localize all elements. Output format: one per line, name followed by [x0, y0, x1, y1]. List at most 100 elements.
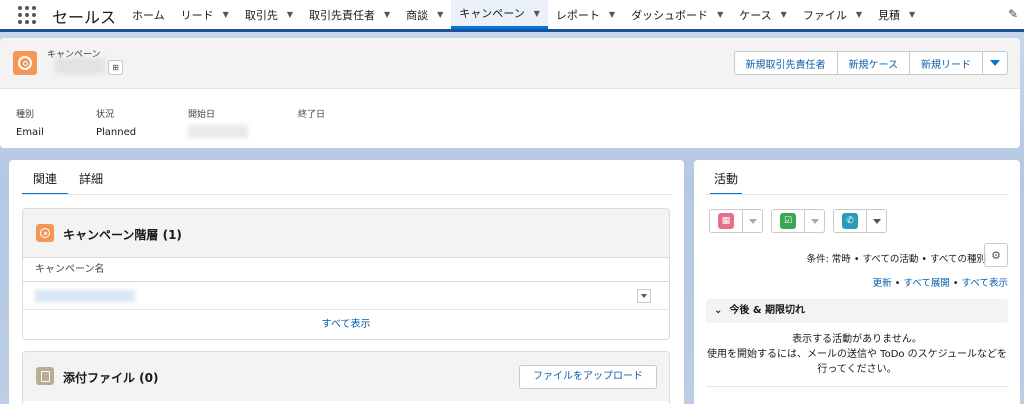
campaign-icon: [13, 51, 37, 75]
nav-item-label: ケース: [739, 8, 772, 22]
chevron-down-icon[interactable]: ▼: [609, 10, 615, 19]
new-contact-button[interactable]: 新規取引先責任者: [733, 51, 838, 75]
more-actions-dropdown[interactable]: [982, 51, 1008, 75]
chevron-down-icon: [748, 218, 757, 224]
calendar-icon: ▦: [718, 213, 734, 229]
nav-item-label: 見積: [877, 8, 900, 22]
empty-line-3: 行ってください。: [817, 364, 897, 375]
no-activities-message: 表示する活動がありません。 使用を開始するには、メールの送信や ToDo のスケ…: [706, 332, 1008, 377]
tab-activity[interactable]: 活動: [710, 170, 743, 195]
chevron-down-icon[interactable]: ▼: [384, 10, 390, 19]
field-status-value: Planned: [96, 127, 137, 138]
campaign-name-redacted[interactable]: [35, 290, 135, 302]
record-tabs: 関連 詳細: [22, 170, 114, 195]
nav-item[interactable]: ホーム: [124, 0, 173, 29]
campaign-hierarchy-title[interactable]: キャンペーン階層 (1): [63, 226, 182, 243]
log-call-button[interactable]: ✆: [833, 209, 867, 233]
tab-related[interactable]: 関連: [22, 170, 69, 195]
chevron-down-icon[interactable]: ▼: [856, 10, 862, 19]
record-name-redacted: [55, 58, 105, 74]
expand-all-link[interactable]: すべて展開: [903, 278, 949, 289]
nav-item[interactable]: ダッシュボード ▼: [623, 0, 731, 29]
task-icon: ☑: [780, 213, 796, 229]
nav-item-label: リード: [180, 8, 214, 22]
activity-links: 更新 • すべて展開 • すべて表示: [872, 278, 1008, 289]
chevron-down-icon[interactable]: ▼: [223, 10, 229, 19]
upload-files-button[interactable]: ファイルをアップロード: [519, 365, 657, 389]
nav-item[interactable]: 見積 ▼: [870, 0, 923, 29]
chevron-down-icon[interactable]: ▼: [717, 10, 723, 19]
nav-item-label: レポート: [555, 8, 600, 22]
nav-item-label: ダッシュボード: [631, 8, 709, 22]
field-end-date-label: 終了日: [298, 110, 326, 120]
new-lead-button[interactable]: 新規リード: [909, 51, 983, 75]
attachments-card: 添付ファイル (0) ファイルをアップロード: [22, 351, 670, 404]
field-start-date-redacted: [188, 125, 248, 138]
nav-item[interactable]: キャンペーン ▼: [451, 0, 548, 29]
tab-details[interactable]: 詳細: [68, 170, 114, 195]
tab-divider: [22, 194, 671, 195]
chevron-down-icon: [641, 294, 647, 298]
hierarchy-icon[interactable]: ⊞: [108, 60, 123, 75]
new-event-dropdown[interactable]: [743, 209, 763, 233]
chevron-down-icon: ⌄: [714, 305, 723, 316]
app-launcher-icon[interactable]: [18, 6, 36, 24]
nav-item[interactable]: 取引先 ▼: [237, 0, 301, 29]
nav-item[interactable]: 商談 ▼: [398, 0, 451, 29]
field-start-date-label: 開始日: [188, 110, 216, 120]
field-end-date: 終了日: [298, 107, 325, 120]
edit-nav-pencil-icon[interactable]: ✎: [1008, 7, 1018, 21]
nav-item[interactable]: リード ▼: [173, 0, 237, 29]
tab-divider: [706, 194, 1008, 195]
row-actions-dropdown[interactable]: [637, 289, 651, 303]
new-task-dropdown[interactable]: [805, 209, 825, 233]
nav-item-label: 商談: [406, 8, 429, 22]
record-header: キャンペーン ⊞ 新規取引先責任者 新規ケース 新規リード: [0, 38, 1020, 89]
attachments-title[interactable]: 添付ファイル (0): [63, 369, 159, 386]
field-status-label: 状況: [96, 110, 115, 120]
log-call-dropdown[interactable]: [867, 209, 887, 233]
campaign-hierarchy-card: キャンペーン階層 (1) キャンペーン名 すべて表示: [22, 208, 670, 340]
nav-item-label: ホーム: [132, 8, 165, 22]
refresh-link[interactable]: 更新: [873, 278, 892, 289]
nav-item[interactable]: レポート ▼: [548, 0, 623, 29]
column-header-campaign-name[interactable]: キャンペーン名: [23, 258, 669, 282]
file-icon: [36, 367, 54, 385]
chevron-down-icon[interactable]: ▼: [534, 9, 540, 18]
nav-item-label: 取引先責任者: [308, 8, 375, 22]
activity-card: 活動 ▦ ☑ ✆ 条件: 常時 • すべての活動 • すべての種別 ⚙ 更新 •…: [694, 160, 1020, 404]
field-start-date: 開始日: [188, 107, 248, 138]
campaign-hierarchy-header: キャンペーン階層 (1): [23, 209, 669, 258]
app-name: セールス: [52, 8, 117, 27]
chevron-down-icon[interactable]: ▼: [909, 10, 915, 19]
chevron-down-icon: [872, 218, 881, 224]
field-status: 状況 Planned: [96, 107, 136, 138]
chevron-down-icon: [810, 218, 819, 224]
chevron-down-icon[interactable]: ▼: [781, 10, 787, 19]
nav-item-label: 取引先: [244, 8, 278, 22]
record-action-buttons: 新規取引先責任者 新規ケース 新規リード: [733, 51, 1008, 75]
upcoming-overdue-section[interactable]: ⌄ 今後 & 期限切れ: [706, 299, 1008, 323]
chevron-down-icon[interactable]: ▼: [287, 10, 293, 19]
new-task-button[interactable]: ☑: [771, 209, 805, 233]
activity-filter-text: 条件: 常時 • すべての活動 • すべての種別: [806, 254, 986, 265]
new-event-button[interactable]: ▦: [709, 209, 743, 233]
top-navigation: セールス ホーム リード ▼ 取引先 ▼ 取引先責任者 ▼ 商談 ▼ キャンペーン ▼ レポート ▼ ダッ…: [0, 0, 1024, 32]
nav-item-label: ファイル: [802, 8, 847, 22]
related-details-card: 関連 詳細 キャンペーン階層 (1) キャンペーン名 すべて表示 添付ファイル …: [9, 160, 684, 404]
view-all-link[interactable]: すべて表示: [962, 278, 1008, 289]
activity-divider: [706, 386, 1008, 387]
nav-item[interactable]: 取引先責任者 ▼: [301, 0, 398, 29]
empty-line-2: 使用を開始するには、メールの送信や ToDo のスケジュールなどを: [706, 349, 1007, 360]
table-row: [23, 282, 669, 310]
chevron-down-icon[interactable]: ▼: [437, 10, 443, 19]
nav-item-label: キャンペーン: [459, 7, 525, 20]
record-highlights-panel: キャンペーン ⊞ 新規取引先責任者 新規ケース 新規リード 種別 Email 状…: [0, 38, 1020, 148]
campaign-icon: [36, 224, 54, 242]
nav-item[interactable]: ファイル ▼: [795, 0, 870, 29]
view-all-link[interactable]: すべて表示: [23, 310, 669, 339]
new-case-button[interactable]: 新規ケース: [836, 51, 910, 75]
gear-icon[interactable]: ⚙: [984, 243, 1008, 267]
nav-item[interactable]: ケース ▼: [731, 0, 795, 29]
nav-items: ホーム リード ▼ 取引先 ▼ 取引先責任者 ▼ 商談 ▼ キャンペーン ▼ レポート ▼ ダッシュボード…: [124, 0, 923, 29]
